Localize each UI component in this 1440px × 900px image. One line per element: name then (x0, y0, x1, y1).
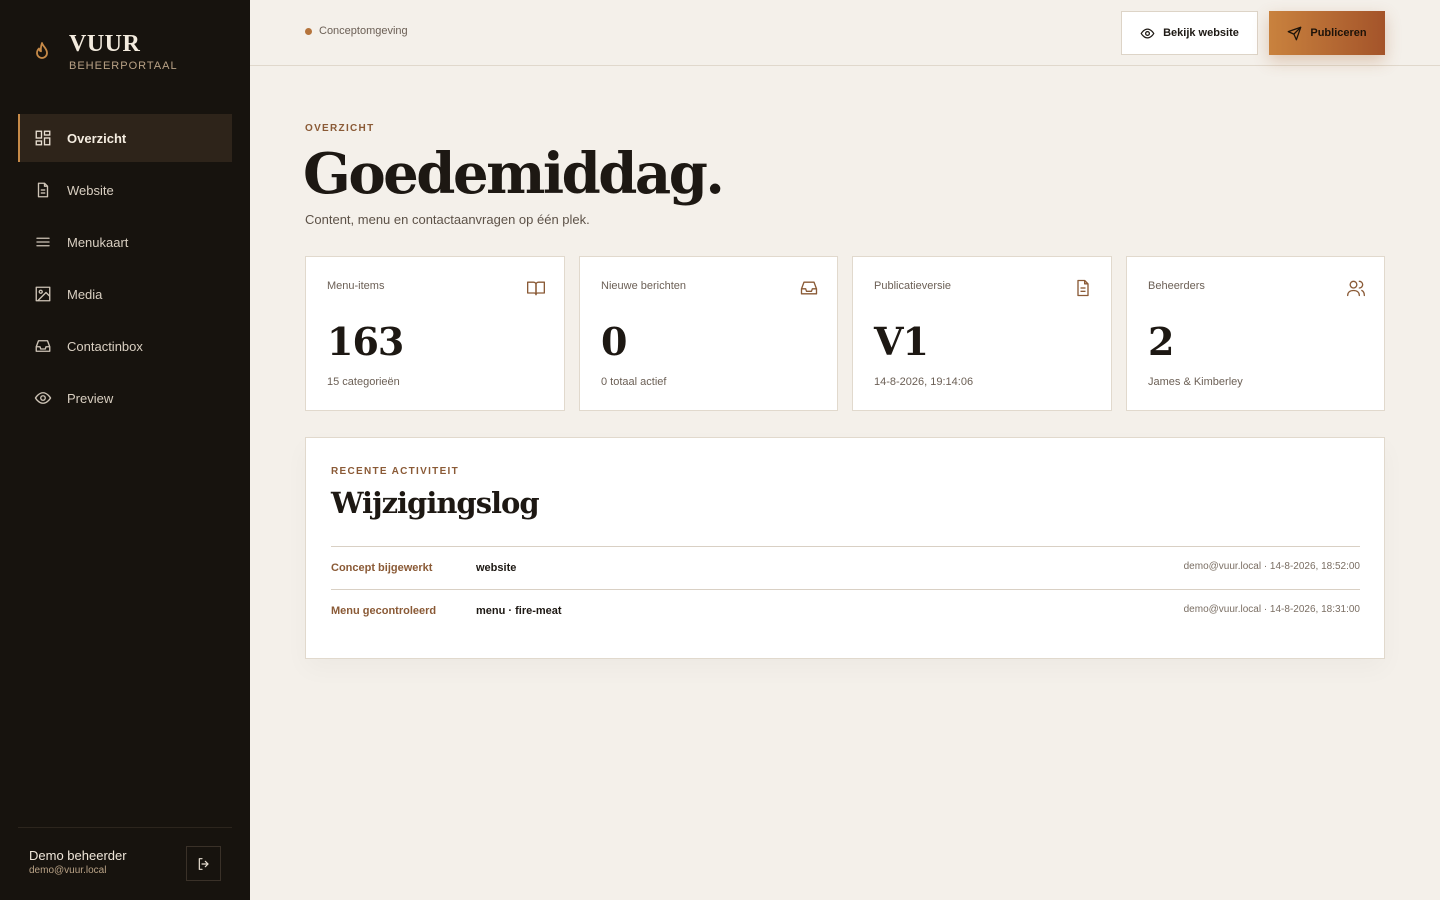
dashboard-icon (34, 129, 52, 147)
log-target: menu · fire-meat (476, 605, 562, 617)
log-target: website (476, 562, 517, 574)
sidebar-item-label: Overzicht (67, 130, 127, 146)
users-icon (1346, 278, 1366, 298)
stat-card-admins[interactable]: Beheerders 2 James & Kimberley (1126, 256, 1385, 411)
stat-label: Menu-items (327, 280, 385, 292)
stat-sub: 0 totaal actief (601, 376, 667, 388)
inbox-icon (799, 278, 819, 298)
send-icon (1287, 26, 1310, 41)
sidebar-item-website[interactable]: Website (18, 166, 232, 214)
menu-lines-icon (34, 233, 52, 251)
activity-panel: RECENTE ACTIVITEIT Wijzigingslog Concept… (305, 437, 1385, 659)
page-title: Goedemiddag. (303, 141, 725, 207)
stat-value: 2 (1148, 319, 1174, 364)
publish-button[interactable]: Publiceren (1269, 11, 1385, 55)
sidebar-item-label: Preview (67, 390, 114, 406)
logout-icon (196, 856, 212, 872)
brand-subtitle: BEHEERPORTAAL (69, 60, 178, 72)
sidebar-item-menukaart[interactable]: Menukaart (18, 218, 232, 266)
user-name: Demo beheerder (29, 848, 127, 863)
stat-card-menu-items[interactable]: Menu-items 163 15 categorieën (305, 256, 565, 411)
view-website-button[interactable]: Bekijk website (1121, 11, 1258, 55)
log-meta: demo@vuur.local · 14-8-2026, 18:52:00 (1183, 561, 1360, 572)
stat-sub: 14-8-2026, 19:14:06 (874, 376, 974, 388)
eye-icon (34, 389, 52, 407)
environment-label: Conceptomgeving (319, 25, 408, 37)
activity-eyebrow: RECENTE ACTIVITEIT (331, 466, 460, 477)
file-text-icon (1073, 278, 1093, 298)
sidebar-item-preview[interactable]: Preview (18, 374, 232, 422)
status-dot (305, 27, 312, 35)
sidebar: VUUR BEHEERPORTAAL Overzicht Website Men… (0, 0, 250, 900)
sidebar-nav: Overzicht Website Menukaart Media Contac… (18, 114, 232, 426)
activity-log: Concept bijgewerkt website demo@vuur.loc… (331, 546, 1360, 632)
environment-indicator: Conceptomgeving (305, 25, 408, 37)
brand-title: VUUR (69, 31, 141, 57)
stat-sub: James & Kimberley (1148, 376, 1243, 388)
sidebar-item-media[interactable]: Media (18, 270, 232, 318)
sidebar-item-overzicht[interactable]: Overzicht (18, 114, 232, 162)
brand[interactable]: VUUR BEHEERPORTAAL (30, 30, 178, 72)
book-icon (526, 278, 546, 298)
user-email: demo@vuur.local (29, 865, 107, 876)
stat-sub: 15 categorieën (327, 376, 400, 388)
log-action: Menu gecontroleerd (331, 605, 437, 617)
publish-label: Publiceren (1310, 27, 1367, 39)
stat-value: 0 (601, 319, 627, 364)
stat-value: 163 (327, 319, 404, 364)
topbar: Conceptomgeving Bekijk website Publicere… (250, 0, 1440, 66)
page-eyebrow: OVERZICHT (305, 123, 375, 134)
sidebar-item-contactinbox[interactable]: Contactinbox (18, 322, 232, 370)
sidebar-item-label: Contactinbox (67, 338, 143, 354)
stat-label: Beheerders (1148, 280, 1205, 292)
activity-title: Wijzigingslog (331, 486, 540, 520)
log-meta: demo@vuur.local · 14-8-2026, 18:31:00 (1183, 604, 1360, 615)
stat-label: Nieuwe berichten (601, 280, 686, 292)
stat-card-publication[interactable]: Publicatieversie V1 14-8-2026, 19:14:06 (852, 256, 1112, 411)
inbox-icon (34, 337, 52, 355)
file-text-icon (34, 181, 52, 199)
stat-value: V1 (874, 319, 929, 364)
list-item[interactable]: Menu gecontroleerd menu · fire-meat demo… (331, 589, 1360, 632)
flame-icon (30, 40, 54, 64)
logout-button[interactable] (186, 846, 221, 881)
user-panel: Demo beheerder demo@vuur.local (18, 827, 232, 900)
log-action: Concept bijgewerkt (331, 562, 433, 574)
image-icon (34, 285, 52, 303)
page-subtitle: Content, menu en contactaanvragen op één… (305, 212, 590, 227)
list-item[interactable]: Concept bijgewerkt website demo@vuur.loc… (331, 546, 1360, 589)
view-website-label: Bekijk website (1163, 27, 1239, 39)
eye-icon (1140, 26, 1163, 41)
sidebar-item-label: Menukaart (67, 234, 129, 250)
stat-card-messages[interactable]: Nieuwe berichten 0 0 totaal actief (579, 256, 838, 411)
sidebar-item-label: Media (67, 286, 103, 302)
stat-label: Publicatieversie (874, 280, 952, 292)
sidebar-item-label: Website (67, 182, 114, 198)
